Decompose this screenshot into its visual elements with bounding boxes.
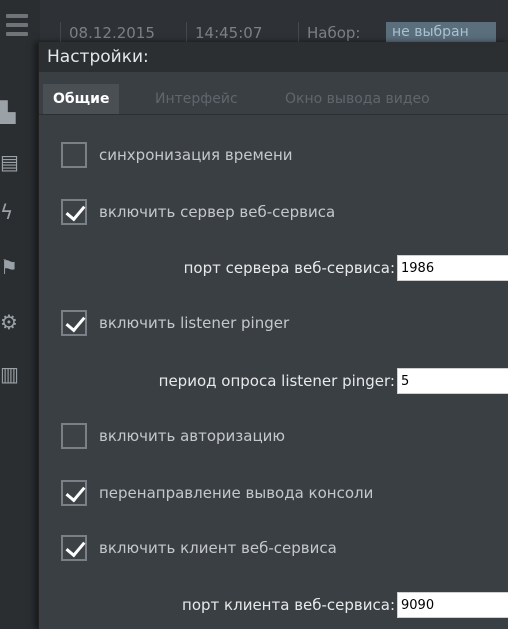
menu-icon[interactable] bbox=[6, 14, 28, 41]
tab-bar: Общие Интерфейс Окно вывода видео bbox=[39, 84, 508, 115]
web-server-port-label: порт сервера веб-сервиса: bbox=[183, 259, 395, 277]
pinger-period-row: период опроса listener pinger: bbox=[159, 366, 508, 396]
console-redirect-checkbox[interactable] bbox=[61, 480, 87, 506]
lightning-icon[interactable]: ϟ bbox=[0, 200, 32, 230]
web-server-port-input[interactable] bbox=[397, 255, 508, 281]
app-topbar: 08.12.2015 14:45:07 Набор: не выбран bbox=[0, 0, 508, 44]
app-sidebar: ▙ ▤ ϟ ⚑ ⚙ ▥ bbox=[0, 0, 40, 629]
listener-pinger-row[interactable]: включить listener pinger bbox=[61, 308, 289, 338]
date-display: 08.12.2015 bbox=[60, 22, 163, 44]
tab-general[interactable]: Общие bbox=[43, 84, 120, 114]
video-monitor-icon[interactable]: ▙ bbox=[0, 100, 32, 130]
settings-dialog: Настройки: Общие Интерфейс Окно вывода в… bbox=[38, 42, 508, 629]
set-select[interactable]: не выбран bbox=[386, 22, 496, 42]
authorization-checkbox[interactable] bbox=[61, 423, 87, 449]
time-sync-label: синхронизация времени bbox=[99, 146, 293, 164]
general-settings-panel: синхронизация времени включить сервер ве… bbox=[39, 116, 508, 629]
time-sync-row[interactable]: синхронизация времени bbox=[61, 140, 293, 170]
set-label: Набор: bbox=[298, 22, 368, 44]
time-sync-checkbox[interactable] bbox=[61, 142, 87, 168]
pinger-period-input[interactable] bbox=[397, 368, 508, 394]
gear-icon[interactable]: ⚙ bbox=[0, 310, 32, 340]
web-server-row[interactable]: включить сервер веб-сервиса bbox=[61, 197, 335, 227]
flag-icon[interactable]: ⚑ bbox=[0, 255, 32, 285]
tab-interface[interactable]: Интерфейс bbox=[145, 84, 248, 114]
console-redirect-row[interactable]: перенаправление вывода консоли bbox=[61, 478, 373, 508]
authorization-label: включить авторизацию bbox=[99, 427, 286, 445]
time-display: 14:45:07 bbox=[186, 22, 270, 44]
screens-icon[interactable]: ▤ bbox=[0, 150, 32, 180]
listener-pinger-label: включить listener pinger bbox=[99, 314, 290, 332]
web-client-label: включить клиент веб-сервиса bbox=[99, 539, 337, 557]
web-server-port-row: порт сервера веб-сервиса: bbox=[184, 253, 508, 283]
authorization-row[interactable]: включить авторизацию bbox=[61, 421, 285, 451]
web-client-port-input[interactable] bbox=[397, 592, 508, 618]
dialog-title: Настройки: bbox=[39, 42, 508, 72]
web-client-row[interactable]: включить клиент веб-сервиса bbox=[61, 533, 337, 563]
listener-pinger-checkbox[interactable] bbox=[61, 310, 87, 336]
tab-video-output[interactable]: Окно вывода видео bbox=[275, 84, 440, 114]
console-redirect-label: перенаправление вывода консоли bbox=[99, 484, 374, 502]
pinger-period-label: период опроса listener pinger: bbox=[158, 372, 395, 390]
web-client-checkbox[interactable] bbox=[61, 535, 87, 561]
web-server-label: включить сервер веб-сервиса bbox=[99, 203, 336, 221]
web-client-port-row: порт клиента веб-сервиса: bbox=[182, 590, 508, 620]
web-server-checkbox[interactable] bbox=[61, 199, 87, 225]
clipboard-icon[interactable]: ▥ bbox=[0, 362, 32, 392]
web-client-port-label: порт клиента веб-сервиса: bbox=[182, 596, 395, 614]
